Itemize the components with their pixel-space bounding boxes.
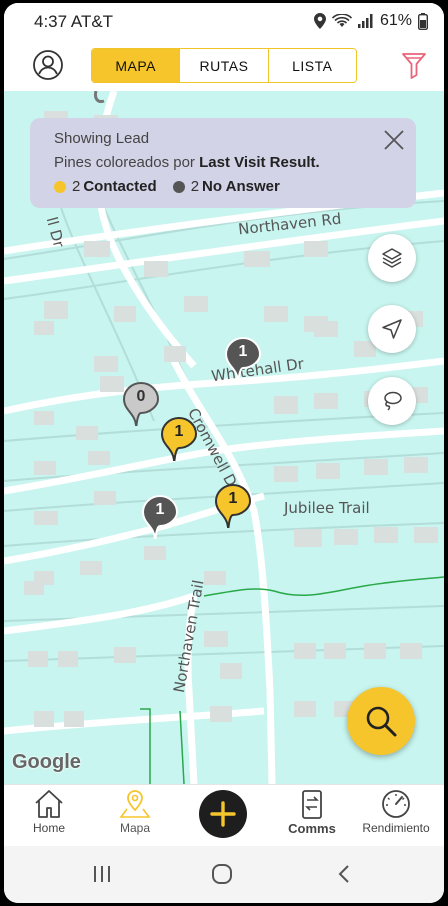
battery-icon [418, 12, 428, 30]
map-pin-no-answer[interactable]: 1 [141, 494, 179, 540]
comms-phone-icon [302, 790, 322, 819]
nav-home-label: Home [32, 821, 65, 835]
signal-icon [357, 14, 373, 28]
nav-rendimiento-label: Rendimiento [362, 821, 430, 835]
home-icon [35, 790, 63, 818]
pin-count: 1 [228, 490, 238, 507]
map-pin-unvisited[interactable]: 0 [122, 381, 160, 427]
lasso-icon [384, 391, 402, 411]
map-pin-no-answer[interactable]: 1 [224, 336, 262, 382]
pin-count: 1 [174, 423, 184, 440]
bottom-navigation: Home Mapa Comms Rendimiento [4, 784, 444, 847]
plus-icon [210, 801, 236, 827]
banner-legend: 2 Contacted 2 No Answer [54, 178, 280, 195]
status-icons: 61% [313, 12, 428, 30]
map-pin-contacted[interactable]: 1 [160, 416, 198, 462]
map-pin-contacted[interactable]: 1 [214, 483, 252, 529]
view-segmented-control: MAPA RUTAS LISTA [91, 48, 357, 83]
add-button[interactable] [199, 790, 247, 838]
google-logo: Google [12, 751, 81, 773]
top-header: MAPA RUTAS LISTA [4, 43, 444, 91]
user-profile-icon[interactable] [32, 49, 64, 81]
nav-comms[interactable]: Comms [272, 789, 352, 836]
my-location-button[interactable] [368, 305, 416, 353]
legend-dot-contacted [54, 180, 66, 193]
legend-count-no-answer: 2 [190, 178, 200, 195]
recent-apps-icon[interactable] [92, 864, 112, 884]
layers-icon [382, 248, 402, 268]
filter-icon[interactable] [402, 53, 426, 79]
system-navigation-bar [4, 846, 444, 903]
search-button[interactable] [347, 687, 415, 755]
tab-lista[interactable]: LISTA [267, 49, 356, 82]
nav-home[interactable]: Home [9, 789, 89, 835]
status-bar: 4:37 AT&T 61% [4, 3, 444, 43]
banner-subtitle: Pines coloreados por Last Visit Result. [54, 154, 320, 171]
legend-count-contacted: 2 [72, 178, 81, 195]
status-time: 4:37 AT&T [34, 12, 114, 31]
battery-percent: 61% [379, 12, 412, 29]
home-circle-icon[interactable] [211, 863, 233, 885]
pin-count: 1 [155, 501, 165, 518]
banner-title: Showing Lead [54, 130, 150, 147]
tab-rutas[interactable]: RUTAS [179, 49, 268, 82]
banner-field: Last Visit Result. [199, 154, 320, 171]
nav-mapa-label: Mapa [119, 821, 151, 835]
pin-count: 0 [136, 388, 146, 405]
layers-button[interactable] [368, 234, 416, 282]
wifi-icon [331, 14, 352, 27]
navigation-arrow-icon [382, 319, 402, 339]
phone-screen: 4:37 AT&T 61% MAPA RUTAS LISTA ll Dr Nor… [4, 3, 444, 903]
pin-count: 1 [238, 343, 248, 360]
location-icon [313, 13, 326, 29]
map-marker-icon [119, 790, 151, 818]
nav-rendimiento[interactable]: Rendimiento [356, 789, 436, 835]
legend-dot-no-answer [172, 180, 185, 193]
nav-comms-label: Comms [288, 821, 336, 836]
legend-label-no-answer: No Answer [202, 178, 280, 195]
back-icon[interactable] [337, 864, 351, 884]
speedometer-icon [382, 790, 410, 818]
search-icon [366, 706, 397, 737]
lasso-select-button[interactable] [368, 377, 416, 425]
legend-label-contacted: Contacted [83, 178, 157, 195]
tab-mapa[interactable]: MAPA [92, 49, 180, 82]
nav-mapa[interactable]: Mapa [95, 789, 175, 835]
map-view[interactable]: ll Dr Northaven Rd Whitehall Dr Cromwell… [4, 91, 444, 784]
lead-info-banner: Showing Lead Pines coloreados por Last V… [30, 118, 416, 208]
close-icon[interactable] [382, 128, 406, 152]
street-label-jubilee-trail: Jubilee Trail [284, 499, 370, 517]
